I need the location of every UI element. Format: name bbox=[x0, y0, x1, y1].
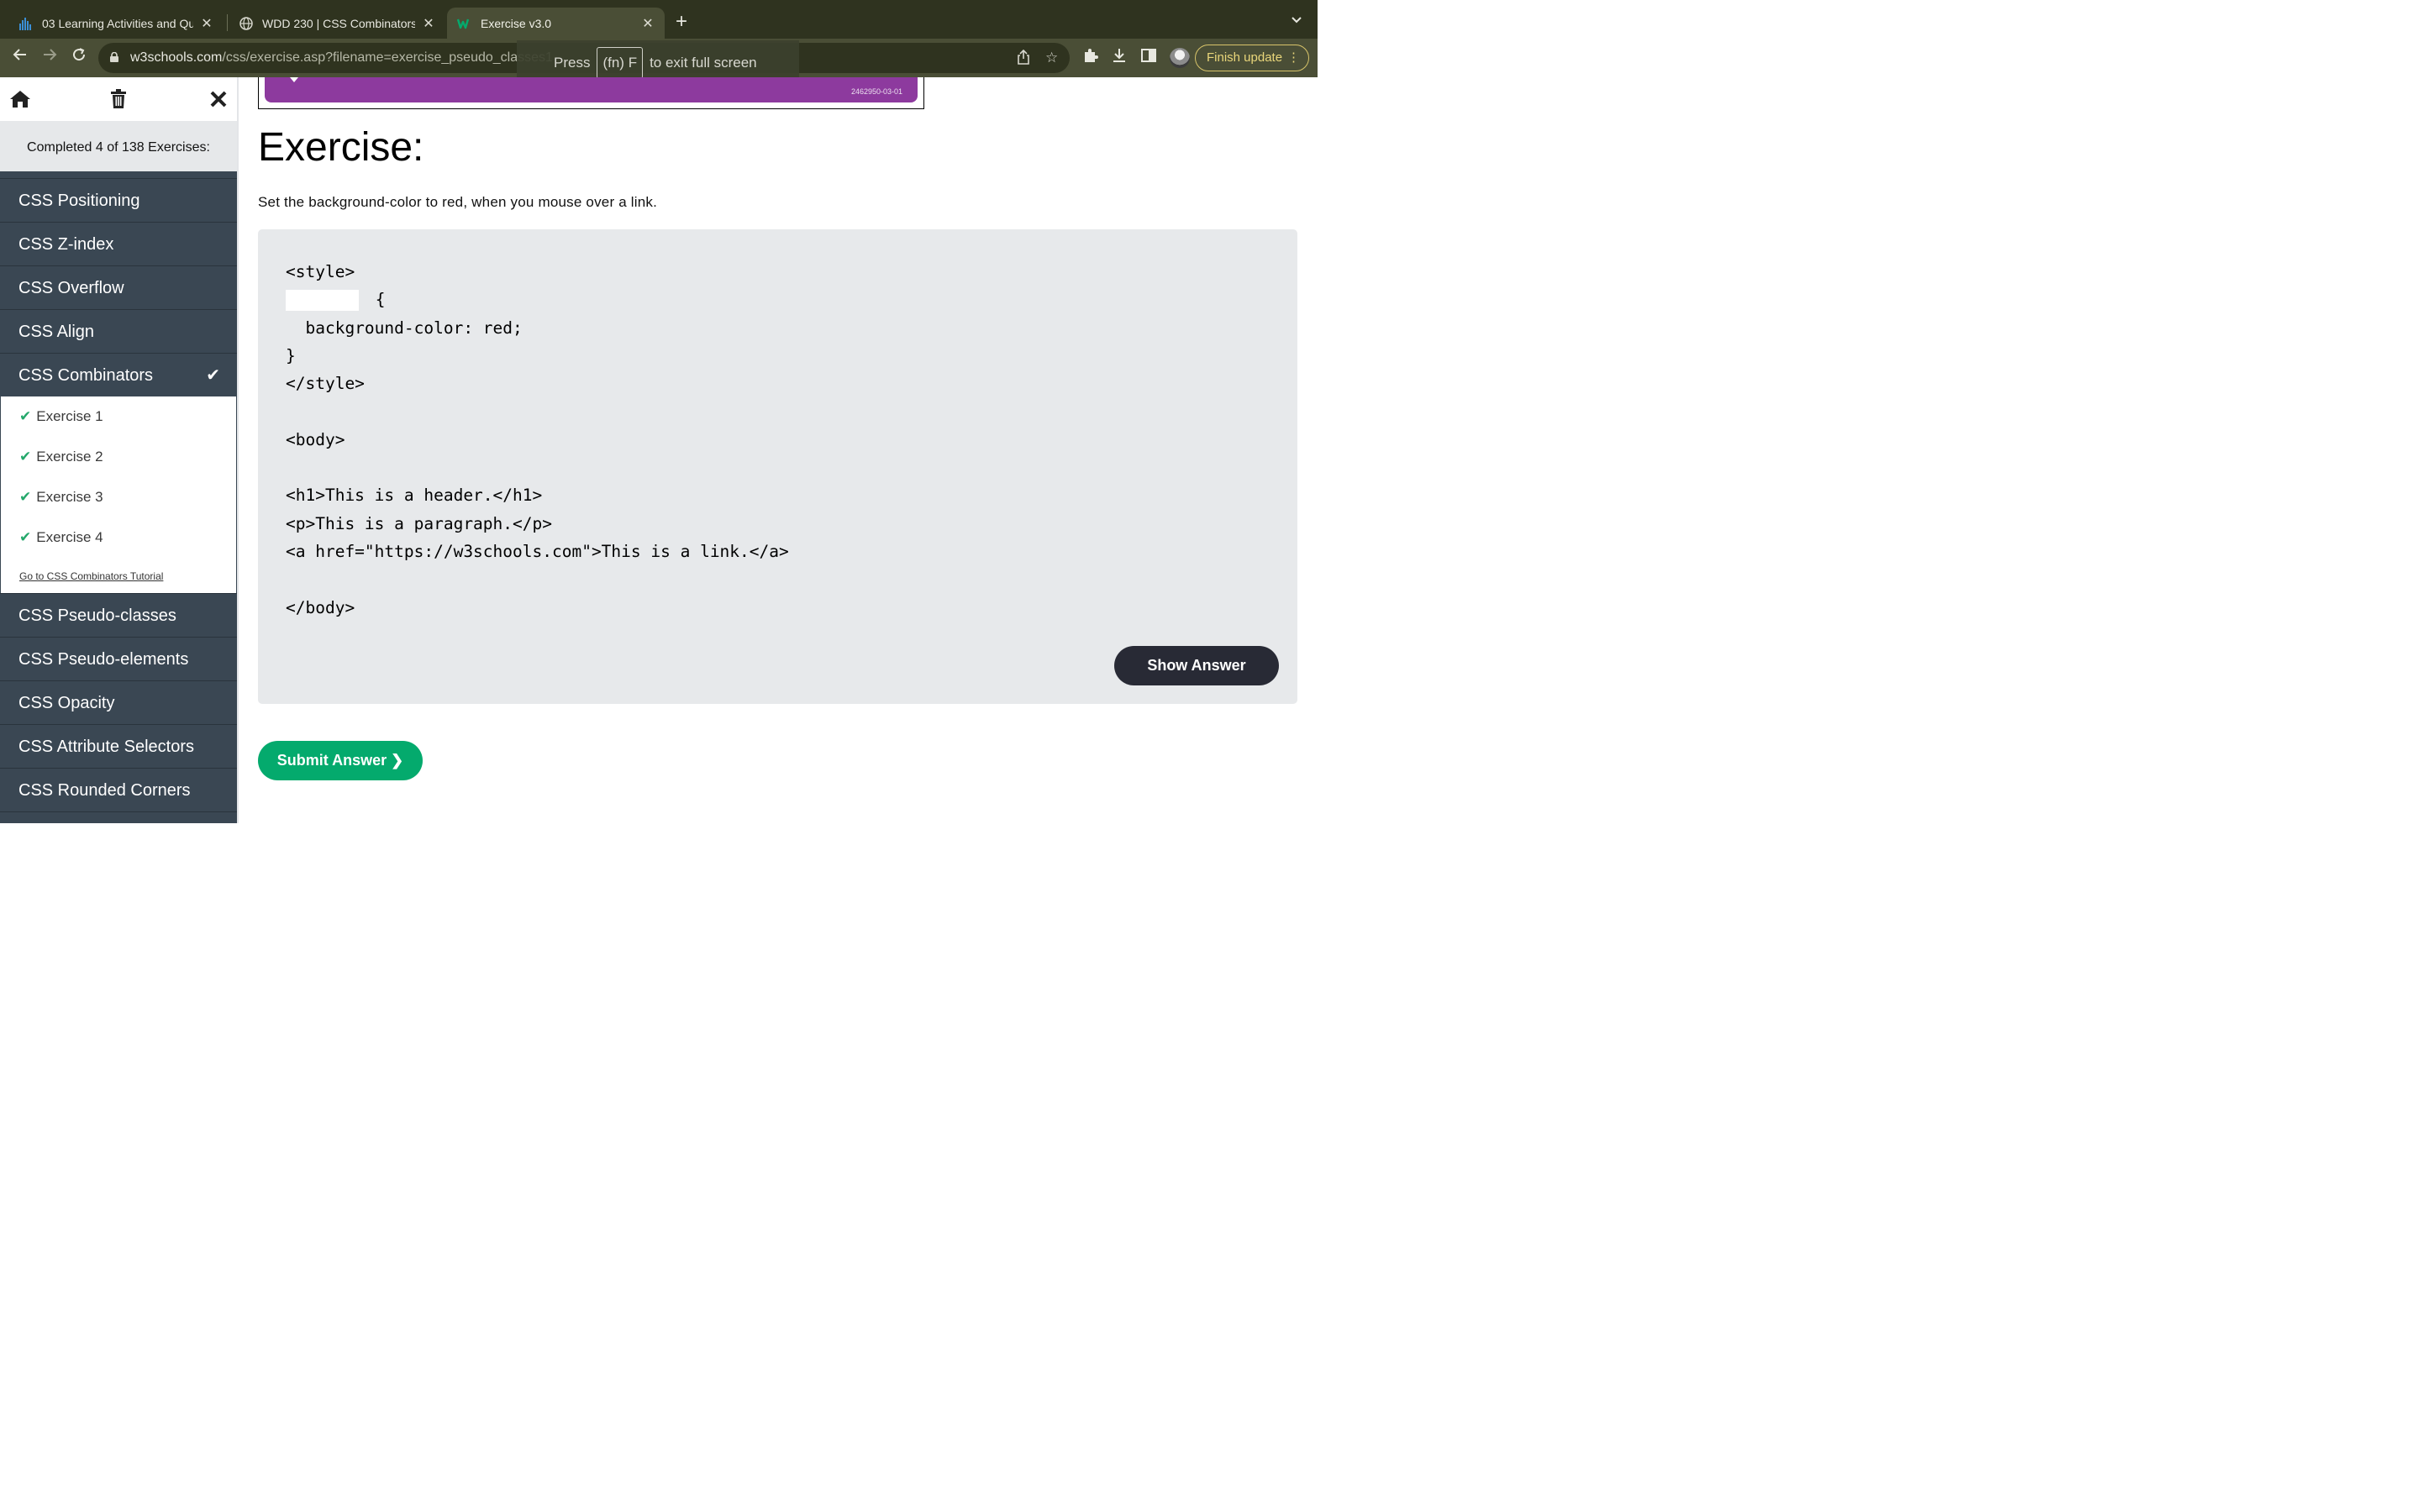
exercise-label: Exercise 2 bbox=[36, 449, 103, 465]
sidebar-item-css-attribute-selectors[interactable]: CSS Attribute Selectors bbox=[0, 724, 237, 768]
sidebar-item-next[interactable] bbox=[0, 811, 237, 823]
close-tab-icon[interactable]: ✕ bbox=[422, 15, 435, 32]
extensions-puzzle-icon[interactable] bbox=[1082, 47, 1099, 69]
bar-chart-icon bbox=[18, 17, 34, 30]
code-line: <p>This is a paragraph.</p> bbox=[286, 513, 552, 533]
profile-avatar[interactable] bbox=[1170, 48, 1190, 68]
url-host: w3schools.com bbox=[130, 50, 223, 65]
progress-bar bbox=[0, 171, 237, 178]
sidebar-item-css-pseudo-elements[interactable]: CSS Pseudo-elements bbox=[0, 637, 237, 680]
checkmark-icon: ✔ bbox=[19, 489, 32, 505]
code-line: </body> bbox=[286, 597, 355, 617]
reload-icon[interactable] bbox=[68, 47, 90, 67]
ad-image: 2462950-03-01 bbox=[265, 77, 918, 102]
code-line: } bbox=[286, 345, 296, 365]
answer-input[interactable] bbox=[286, 290, 359, 312]
exercise-item-4[interactable]: ✔ Exercise 4 bbox=[1, 517, 236, 558]
tab-title: WDD 230 | CSS Combinators bbox=[262, 16, 415, 30]
exercise-item-1[interactable]: ✔ Exercise 1 bbox=[1, 396, 236, 437]
finish-update-label: Finish update bbox=[1207, 50, 1283, 65]
close-tab-icon[interactable]: ✕ bbox=[641, 15, 655, 32]
hint-press: Press bbox=[554, 55, 591, 71]
code-line: <h1>This is a header.</h1> bbox=[286, 486, 543, 506]
side-panel-icon[interactable] bbox=[1140, 47, 1157, 69]
exercise-item-2[interactable]: ✔ Exercise 2 bbox=[1, 437, 236, 477]
hint-rest: to exit full screen bbox=[650, 55, 757, 71]
code-editor: <style> { background-color: red; } </sty… bbox=[258, 229, 1297, 704]
finish-update-button[interactable]: Finish update ⋮ bbox=[1195, 45, 1309, 71]
url-text: w3schools.com/css/exercise.asp?filename=… bbox=[130, 50, 553, 66]
tab-title: Exercise v3.0 bbox=[481, 16, 552, 30]
code-line: <style> bbox=[286, 262, 355, 281]
sidebar-item-css-positioning[interactable]: CSS Positioning bbox=[0, 178, 237, 222]
exercise-list: ✔ Exercise 1 ✔ Exercise 2 ✔ Exercise 3 ✔ Exe… bbox=[0, 396, 237, 593]
show-answer-button[interactable]: Show Answer bbox=[1114, 646, 1279, 685]
exercise-instruction: Set the background-color to red, when yo… bbox=[258, 194, 658, 210]
home-icon[interactable] bbox=[8, 87, 32, 111]
download-icon[interactable] bbox=[1111, 47, 1128, 69]
browser-tab-bar: 03 Learning Activities and Qui ✕ WDD 230… bbox=[0, 0, 1318, 39]
exercise-label: Exercise 4 bbox=[36, 529, 103, 545]
w3schools-icon bbox=[457, 17, 472, 30]
lock-icon bbox=[110, 52, 118, 62]
exercise-label: Exercise 1 bbox=[36, 408, 103, 424]
tab-learning-activities[interactable]: 03 Learning Activities and Qui ✕ bbox=[8, 8, 224, 39]
code-line: <body> bbox=[286, 429, 345, 449]
ad-banner[interactable]: 2462950-03-01 bbox=[258, 77, 924, 109]
exercise-item-3[interactable]: ✔ Exercise 3 bbox=[1, 477, 236, 517]
code-line-with-input: { bbox=[286, 286, 789, 313]
code-line: </style> bbox=[286, 374, 365, 394]
bookmark-star-icon[interactable]: ☆ bbox=[1045, 50, 1058, 66]
new-tab-icon[interactable]: + bbox=[676, 12, 687, 32]
checkmark-icon: ✔ bbox=[19, 449, 32, 465]
more-vert-icon: ⋮ bbox=[1287, 50, 1300, 65]
code-line: background-color: red; bbox=[286, 318, 523, 338]
sidebar-item-css-z-index[interactable]: CSS Z-index bbox=[0, 222, 237, 265]
exercise-label: Exercise 3 bbox=[36, 489, 103, 505]
submit-answer-button[interactable]: Submit Answer ❯ bbox=[258, 741, 423, 780]
sidebar-item-css-pseudo-classes[interactable]: CSS Pseudo-classes bbox=[0, 593, 237, 637]
code-line-text: { bbox=[366, 290, 386, 310]
tab-divider bbox=[227, 14, 228, 31]
sidebar-item-css-combinators[interactable]: CSS Combinators ✔ bbox=[0, 353, 237, 396]
sidebar-toolbar bbox=[0, 77, 237, 121]
hint-key: (fn) F bbox=[597, 47, 644, 79]
tutorial-link[interactable]: Go to CSS Combinators Tutorial bbox=[1, 558, 236, 593]
completed-count: Completed 4 of 138 Exercises: bbox=[0, 121, 237, 171]
back-arrow-icon[interactable] bbox=[9, 47, 31, 67]
sidebar-item-css-align[interactable]: CSS Align bbox=[0, 309, 237, 353]
sidebar-item-css-opacity[interactable]: CSS Opacity bbox=[0, 680, 237, 724]
globe-icon bbox=[239, 16, 254, 30]
exercise-sidebar: Completed 4 of 138 Exercises: CSS Positi… bbox=[0, 77, 239, 823]
tab-wdd-combinators[interactable]: WDD 230 | CSS Combinators ✕ bbox=[229, 8, 445, 39]
checkmark-icon: ✔ bbox=[19, 529, 32, 545]
close-tab-icon[interactable]: ✕ bbox=[200, 15, 213, 32]
close-icon[interactable] bbox=[207, 87, 230, 111]
sidebar-item-css-overflow[interactable]: CSS Overflow bbox=[0, 265, 237, 309]
page-title: Exercise: bbox=[258, 125, 424, 170]
checkmark-icon: ✔ bbox=[19, 408, 32, 424]
tab-title: 03 Learning Activities and Qui bbox=[42, 16, 193, 30]
checkmark-icon: ✔ bbox=[206, 366, 220, 385]
forward-arrow-icon[interactable] bbox=[39, 47, 60, 67]
sidebar-item-label: CSS Combinators bbox=[18, 366, 154, 385]
trash-icon[interactable] bbox=[107, 87, 130, 111]
sidebar-item-css-rounded-corners[interactable]: CSS Rounded Corners bbox=[0, 768, 237, 811]
url-path: /css/exercise.asp?filename=exercise_pseu… bbox=[222, 50, 553, 65]
chevron-down-icon bbox=[290, 77, 298, 82]
ad-code: 2462950-03-01 bbox=[850, 87, 902, 96]
share-icon[interactable] bbox=[1018, 49, 1029, 69]
code-block: <style> { background-color: red; } </sty… bbox=[286, 258, 789, 622]
code-line: <a href="https://w3schools.com">This is … bbox=[286, 541, 789, 561]
chevron-down-icon[interactable] bbox=[1291, 13, 1302, 27]
tab-exercise[interactable]: Exercise v3.0 ✕ bbox=[447, 8, 665, 39]
